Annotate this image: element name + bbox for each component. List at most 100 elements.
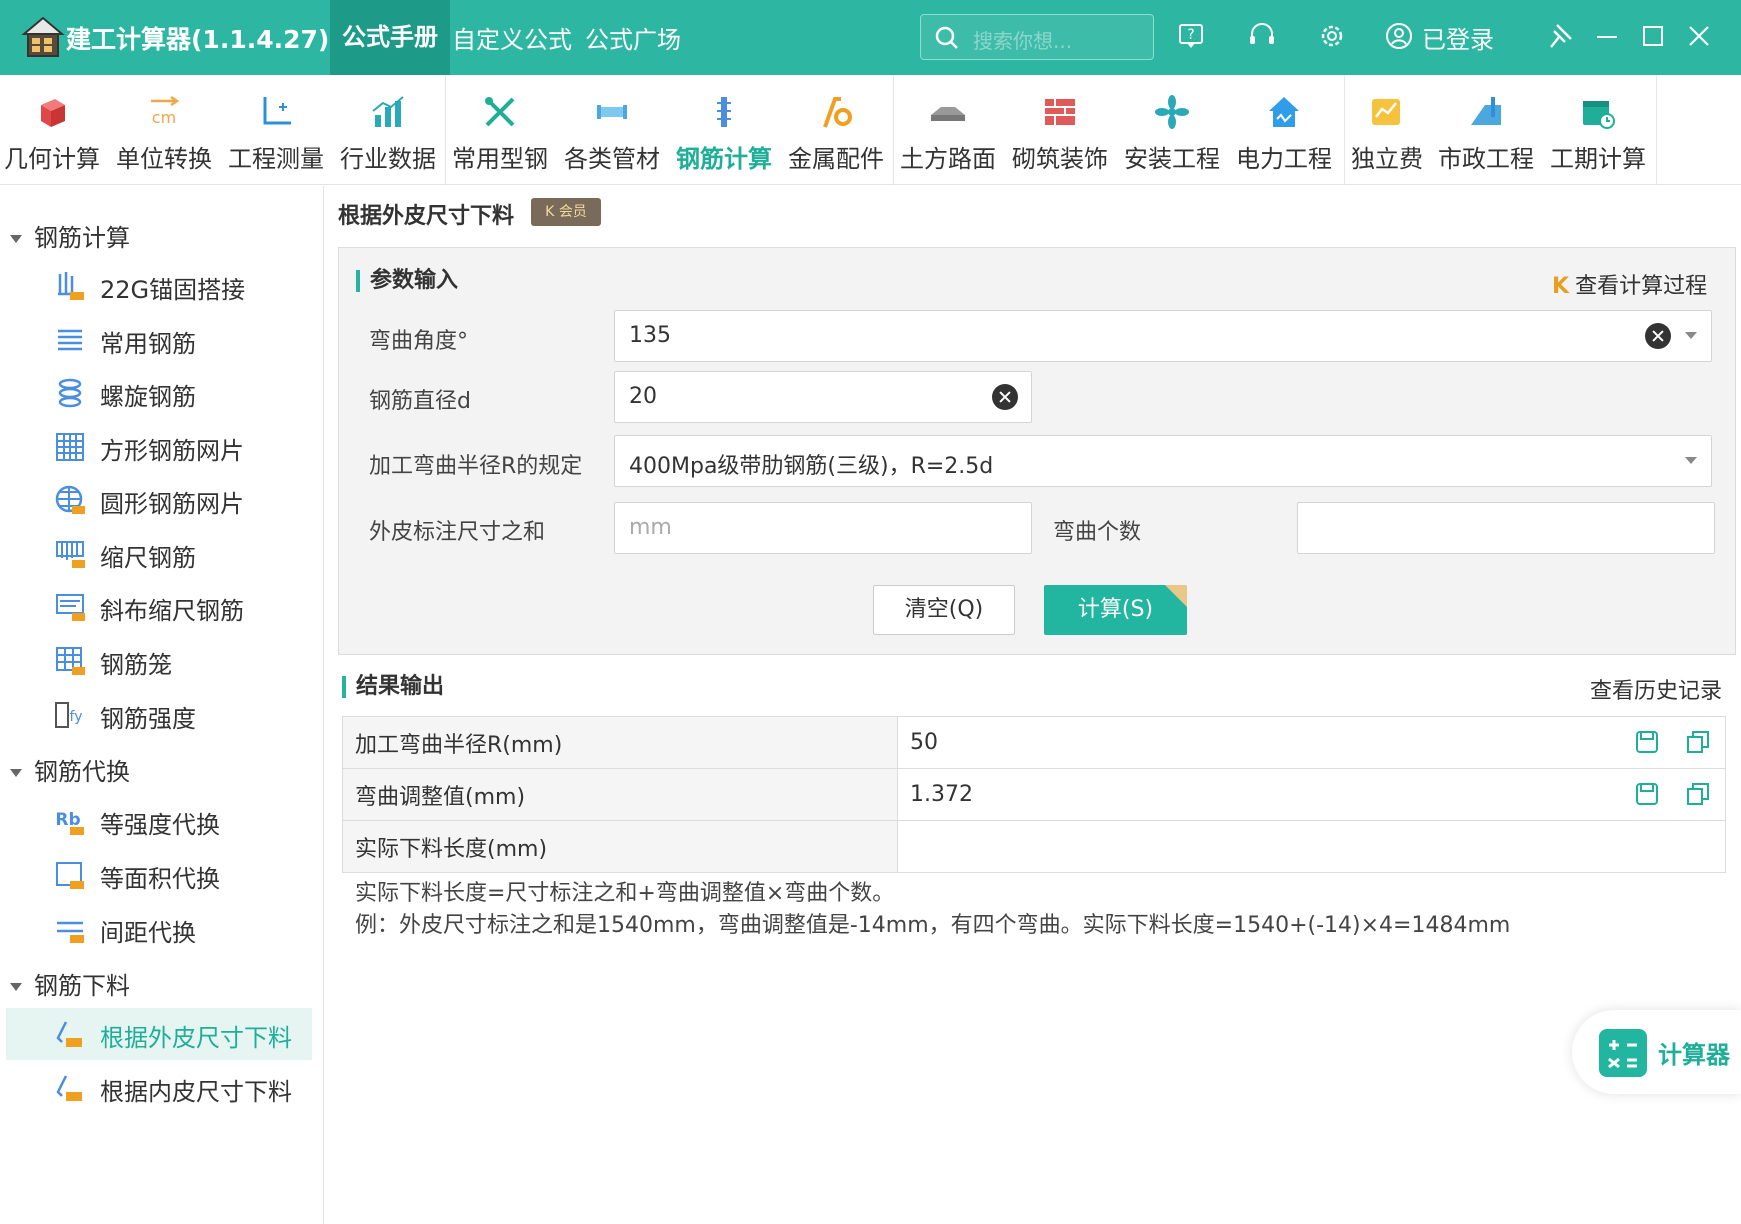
user-icon[interactable] (1385, 22, 1413, 50)
headset-icon[interactable] (1247, 22, 1277, 50)
bend-angle-label: 弯曲角度° (369, 329, 469, 354)
bend-angle-select[interactable]: 135 (614, 310, 1712, 362)
sidebar-item-label: 等强度代换 (100, 811, 220, 839)
sidebar-item-scaled-rebar[interactable]: 缩尺钢筋 (6, 528, 312, 580)
result-key: 弯曲调整值(mm) (342, 768, 898, 821)
tool-steel-section[interactable]: 常用型钢 (448, 75, 552, 185)
table-row: 实际下料长度(mm) (342, 820, 1726, 873)
sidebar-item-22g-anchorage[interactable]: 22G锚固搭接 (6, 260, 312, 312)
view-history-link[interactable]: 查看历史记录 (1590, 673, 1722, 705)
sidebar-item-rebar-cage[interactable]: 钢筋笼 (6, 635, 312, 687)
tool-power[interactable]: 电力工程 (1232, 75, 1336, 185)
sidebar-item-equal-area[interactable]: 等面积代换 (6, 849, 312, 901)
tool-survey[interactable]: 工程测量 (224, 75, 328, 185)
pin-icon[interactable] (1548, 22, 1574, 50)
tool-earthwork[interactable]: 土方路面 (896, 75, 1000, 185)
copy-icon[interactable] (1685, 729, 1711, 755)
metal-fitting-icon (823, 97, 852, 128)
sidebar-group-rebar-substitution[interactable]: 钢筋代换 (10, 752, 130, 787)
earthwork-icon (931, 107, 965, 121)
diameter-input[interactable]: 20 (614, 371, 1032, 423)
sidebar-item-circle-mesh[interactable]: 圆形钢筋网片 (6, 474, 312, 526)
floating-calculator-button[interactable]: 计算器 (1572, 1010, 1741, 1094)
result-key: 实际下料长度(mm) (342, 820, 898, 873)
save-icon[interactable] (1634, 781, 1660, 807)
scaled-rebar-icon (56, 541, 85, 568)
tab-formula-manual[interactable]: 公式手册 (330, 0, 450, 75)
result-value-cell: 50 (897, 716, 1726, 769)
bar-chart-icon (372, 96, 404, 127)
radius-rule-label: 加工弯曲半径R的规定 (369, 454, 583, 479)
tool-label: 安装工程 (1124, 145, 1220, 173)
copy-icon[interactable] (1685, 781, 1711, 807)
fan-icon (1155, 95, 1189, 129)
sidebar-item-rebar-strength[interactable]: fy 钢筋强度 (6, 689, 312, 741)
sidebar-item-outer-dimension[interactable]: 根据外皮尺寸下料 (6, 1008, 312, 1060)
axis-icon (263, 97, 291, 125)
minimize-icon[interactable] (1594, 22, 1620, 50)
clear-icon[interactable] (1645, 323, 1671, 349)
sidebar-item-equal-strength[interactable]: Rb 等强度代换 (6, 795, 312, 847)
outer-sum-placeholder: mm (629, 515, 672, 540)
sidebar-item-label: 间距代换 (100, 919, 196, 947)
calculate-button[interactable]: 计算(S) (1044, 585, 1187, 635)
bent-rebar-icon (56, 1021, 82, 1047)
maximize-icon[interactable] (1640, 22, 1666, 50)
bent-rebar-icon (56, 1075, 82, 1101)
vip-corner-icon (1165, 585, 1187, 607)
sidebar-item-inner-dimension[interactable]: 根据内皮尺寸下料 (6, 1062, 312, 1114)
radius-rule-select[interactable]: 400Mpa级带肋钢筋(三级)，R=2.5d (614, 435, 1712, 487)
tool-pipes[interactable]: 各类管材 (560, 75, 664, 185)
chevron-down-icon[interactable] (1685, 332, 1697, 339)
group-label: 钢筋下料 (34, 972, 130, 1000)
vip-k-icon: K (1552, 274, 1570, 299)
gear-icon[interactable] (1318, 22, 1346, 50)
tool-municipal[interactable]: 市政工程 (1434, 75, 1538, 185)
tab-custom-formula[interactable]: 自定义公式 (452, 20, 572, 55)
sidebar: 钢筋计算 22G锚固搭接 常用钢筋 螺旋钢筋 方形钢筋网片 圆形钢筋网片 缩尺钢… (0, 186, 324, 1224)
sidebar-item-spiral-rebar[interactable]: 螺旋钢筋 (6, 367, 312, 419)
tool-industry-data[interactable]: 行业数据 (336, 75, 440, 185)
bend-count-input[interactable] (1297, 502, 1715, 554)
help-icon[interactable]: ? (1177, 22, 1205, 50)
svg-text:cm: cm (152, 108, 176, 127)
vip-badge-label: 会员 (558, 204, 587, 220)
pipe-icon (597, 105, 627, 119)
tool-geometry[interactable]: 几何计算 (0, 75, 104, 185)
close-icon[interactable] (1686, 22, 1712, 50)
tab-formula-plaza[interactable]: 公式广场 (585, 20, 681, 55)
input-panel: 参数输入 K 查看计算过程 弯曲角度° 135 钢筋直径d 20 加工弯曲半径R的… (338, 247, 1736, 655)
sidebar-item-square-mesh[interactable]: 方形钢筋网片 (6, 421, 312, 473)
tool-masonry[interactable]: 砌筑装饰 (1008, 75, 1112, 185)
globe-grid-icon (55, 485, 85, 514)
svg-text:fy: fy (70, 709, 83, 725)
sidebar-item-label: 钢筋强度 (100, 705, 196, 733)
login-status[interactable]: 已登录 (1422, 20, 1494, 55)
sidebar-item-diagonal-scaled-rebar[interactable]: 斜布缩尺钢筋 (6, 581, 312, 633)
save-icon[interactable] (1634, 729, 1660, 755)
example-note: 例：外皮尺寸标注之和是1540mm，弯曲调整值是-14mm，有四个弯曲。实际下料… (355, 913, 1511, 938)
sidebar-group-rebar-calc[interactable]: 钢筋计算 (10, 218, 130, 253)
outer-sum-input[interactable]: mm (614, 502, 1032, 554)
tool-unit-convert[interactable]: cm 单位转换 (112, 75, 216, 185)
tool-installation[interactable]: 安装工程 (1120, 75, 1224, 185)
clear-button[interactable]: 清空(Q) (873, 585, 1015, 635)
sidebar-item-spacing[interactable]: 间距代换 (6, 903, 312, 955)
clear-icon[interactable] (992, 384, 1018, 410)
diameter-value: 20 (629, 384, 657, 409)
result-table: 加工弯曲半径R(mm) 50 弯曲调整值(mm) 1.372 实际下料长度(mm… (342, 716, 1726, 873)
chevron-down-icon[interactable] (1685, 457, 1697, 464)
tool-independent-fee[interactable]: 独立费 (1347, 75, 1427, 185)
view-calc-process-link[interactable]: K 查看计算过程 (1552, 268, 1707, 300)
bend-count-label: 弯曲个数 (1053, 520, 1142, 545)
sidebar-item-common-rebar[interactable]: 常用钢筋 (6, 314, 312, 366)
search-input[interactable]: 搜索你想... (920, 14, 1154, 60)
sidebar-item-label: 方形钢筋网片 (100, 437, 244, 465)
bend-angle-value: 135 (629, 323, 671, 348)
municipal-icon (1471, 97, 1501, 125)
tool-rebar[interactable]: 钢筋计算 (672, 75, 776, 185)
calculate-button-label: 计算(S) (1077, 597, 1154, 622)
sidebar-group-rebar-cutting[interactable]: 钢筋下料 (10, 966, 130, 1001)
tool-duration[interactable]: 工期计算 (1546, 75, 1650, 185)
tool-metal-fitting[interactable]: 金属配件 (784, 75, 888, 185)
